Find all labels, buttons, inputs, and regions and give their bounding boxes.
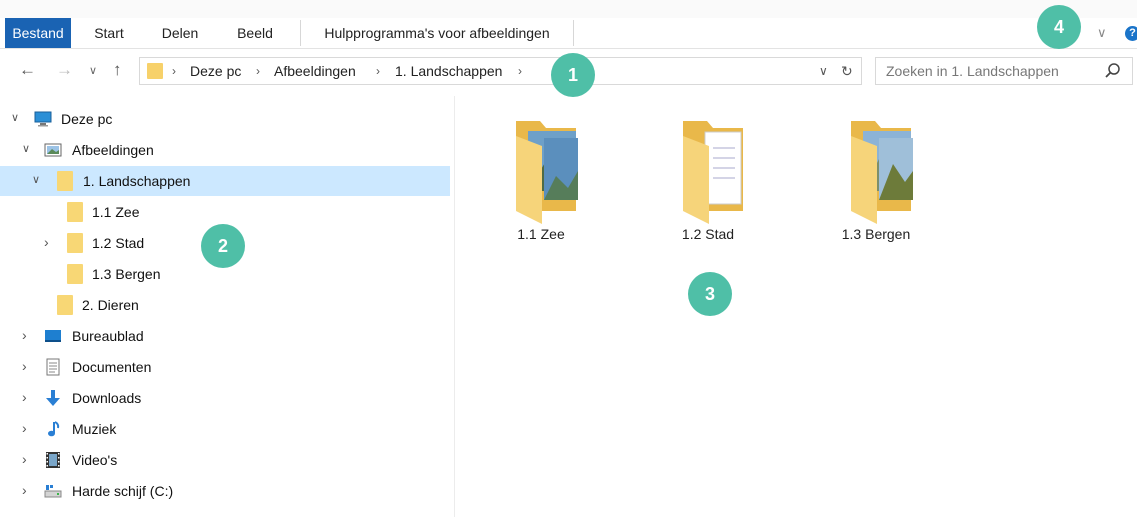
expand-chevron-icon[interactable]: ∨ [11, 111, 19, 124]
window-top-strip [0, 0, 1137, 18]
tree-item-bureaublad[interactable]: › Bureaublad [0, 321, 450, 351]
folder-icon [57, 171, 73, 191]
pictures-icon [44, 143, 62, 157]
address-bar[interactable]: › Deze pc › Afbeeldingen › 1. Landschapp… [139, 57, 862, 85]
tree-item-label: 1.3 Bergen [92, 266, 161, 282]
navigation-pane: ∨ Deze pc ∨ Afbeeldingen ∨ 1. Landschapp… [0, 96, 455, 517]
tree-item-label: 1.1 Zee [92, 204, 140, 220]
folder-with-documents-icon [683, 121, 743, 224]
breadcrumb-separator-icon[interactable]: › [518, 58, 522, 84]
tree-item-label: 1.2 Stad [92, 235, 145, 251]
expand-chevron-icon[interactable]: ∨ [32, 173, 40, 186]
folder-icon [57, 295, 73, 315]
folder-name: 1.1 Zee [517, 226, 565, 242]
search-icon[interactable] [1104, 62, 1122, 80]
search-box[interactable]: Zoeken in 1. Landschappen [875, 57, 1133, 85]
breadcrumb-separator-icon[interactable]: › [256, 58, 260, 84]
tree-item-label: Deze pc [61, 111, 113, 127]
tree-item-videos[interactable]: › Video's [0, 445, 450, 475]
breadcrumb-separator-icon[interactable]: › [172, 58, 176, 84]
desktop-icon [45, 330, 61, 342]
tree-item-label: Downloads [72, 390, 142, 406]
breadcrumb-separator-icon[interactable]: › [376, 58, 380, 84]
file-list-area: 1.1 Zee 1.2 Stad 1.3 Bergen [455, 96, 1137, 517]
tree-item-label: Muziek [72, 421, 117, 437]
folder-item-stad[interactable]: 1.2 Stad [638, 96, 778, 246]
tree-item-muziek[interactable]: › Muziek [0, 414, 450, 444]
tree-item-deze-pc[interactable]: ∨ Deze pc [0, 104, 450, 134]
breadcrumb-deze-pc[interactable]: Deze pc [190, 58, 241, 84]
tree-item-label: Documenten [72, 359, 152, 375]
tree-item-label: 1. Landschappen [83, 173, 191, 189]
collapsed-chevron-icon[interactable]: › [22, 482, 27, 498]
collapsed-chevron-icon[interactable]: › [22, 358, 27, 374]
callout-badge-4: 4 [1037, 5, 1081, 49]
tree-item-documenten[interactable]: › Documenten [0, 352, 450, 382]
tree-item-zee[interactable]: 1.1 Zee [0, 197, 450, 227]
breadcrumb-landschappen[interactable]: 1. Landschappen [395, 58, 502, 84]
tree-item-harde-schijf[interactable]: › Harde schijf (C:) [0, 476, 450, 506]
forward-arrow-icon[interactable]: → [56, 60, 73, 80]
tree-item-downloads[interactable]: › Downloads [0, 383, 450, 413]
tree-item-label: Harde schijf (C:) [72, 483, 174, 499]
recent-locations-chevron-icon[interactable]: ∨ [89, 64, 97, 77]
folder-icon [67, 202, 83, 222]
collapsed-chevron-icon[interactable]: › [44, 234, 49, 250]
videos-icon [46, 452, 60, 468]
folder-with-photos-icon [516, 121, 578, 224]
collapsed-chevron-icon[interactable]: › [22, 420, 27, 436]
refresh-icon[interactable]: ↻ [841, 58, 853, 84]
folder-icon [67, 264, 83, 284]
music-icon [48, 421, 60, 437]
address-dropdown-icon[interactable]: ∨ [819, 58, 828, 84]
callout-badge-3: 3 [688, 272, 732, 316]
drive-icon [44, 485, 62, 498]
folder-with-photos-icon [851, 121, 913, 224]
callout-badge-2: 2 [201, 224, 245, 268]
tab-picture-tools[interactable]: Hulpprogramma's voor afbeeldingen [300, 20, 574, 46]
tree-item-label: Video's [72, 452, 118, 468]
tree-item-dieren[interactable]: 2. Dieren [0, 290, 450, 320]
folder-item-zee[interactable]: 1.1 Zee [471, 96, 611, 246]
tree-item-landschappen[interactable]: ∨ 1. Landschappen [0, 166, 450, 196]
tree-item-label: 2. Dieren [82, 297, 139, 313]
collapsed-chevron-icon[interactable]: › [22, 327, 27, 343]
search-input[interactable]: Zoeken in 1. Landschappen [886, 58, 1059, 84]
tab-beeld[interactable]: Beeld [222, 18, 288, 48]
tree-item-label: Afbeeldingen [72, 142, 154, 158]
collapsed-chevron-icon[interactable]: › [22, 451, 27, 467]
tree-item-afbeeldingen[interactable]: ∨ Afbeeldingen [0, 135, 450, 165]
folder-name: 1.3 Bergen [841, 226, 911, 242]
folder-icon [67, 233, 83, 253]
help-icon[interactable]: ? [1125, 26, 1137, 41]
tab-start[interactable]: Start [80, 18, 138, 48]
tab-bestand[interactable]: Bestand [5, 18, 71, 48]
expand-chevron-icon[interactable]: ∨ [22, 142, 30, 155]
folder-name: 1.2 Stad [681, 226, 735, 242]
back-arrow-icon[interactable]: ← [19, 60, 36, 80]
breadcrumb-afbeeldingen[interactable]: Afbeeldingen [274, 58, 356, 84]
tab-delen[interactable]: Delen [147, 18, 213, 48]
folder-item-bergen[interactable]: 1.3 Bergen [806, 96, 946, 246]
up-arrow-icon[interactable]: ↑ [113, 60, 122, 80]
folder-icon [147, 63, 163, 79]
downloads-icon [46, 390, 60, 406]
callout-badge-1: 1 [551, 53, 595, 97]
documents-icon [46, 358, 60, 376]
tree-item-label: Bureaublad [72, 328, 144, 344]
computer-icon [34, 111, 52, 127]
ribbon-expand-chevron-icon[interactable]: ∨ [1097, 18, 1107, 48]
ribbon-tabs: Bestand Start Delen Beeld Hulpprogramma'… [0, 18, 1137, 49]
collapsed-chevron-icon[interactable]: › [22, 389, 27, 405]
